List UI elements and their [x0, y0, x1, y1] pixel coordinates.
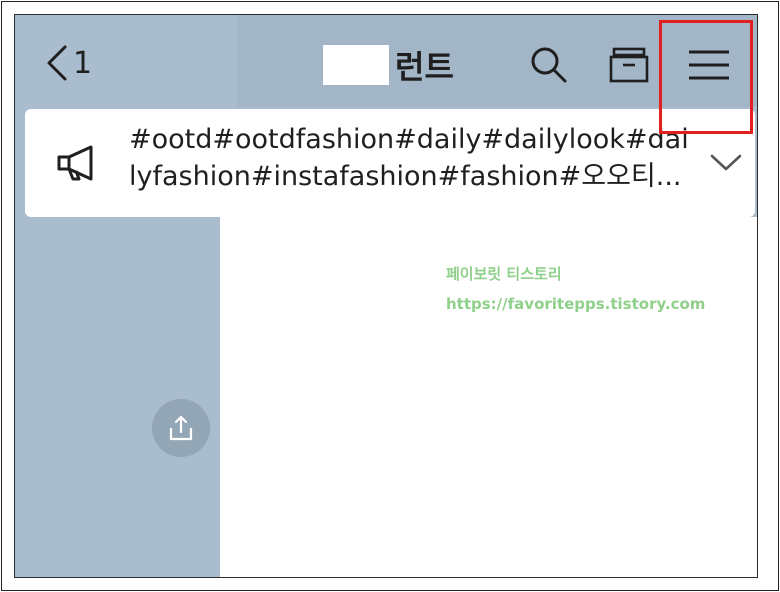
- chatroom-header: 1 런트: [15, 15, 757, 107]
- chevron-down-icon[interactable]: [709, 147, 743, 177]
- notice-banner[interactable]: #ootd#ootdfashion#daily#dailylook#dailyf…: [25, 109, 755, 217]
- share-button[interactable]: [152, 399, 210, 457]
- notice-text: #ootd#ootdfashion#daily#dailylook#dailyf…: [129, 124, 689, 192]
- hamburger-menu-icon: [689, 50, 729, 80]
- watermark-url: https://favoritepps.tistory.com: [446, 295, 706, 313]
- header-tint: [237, 15, 757, 107]
- search-button[interactable]: [527, 43, 571, 87]
- chatroom-screen: 1 런트 #ootd#ootdfashion#daily#dailylook#d…: [14, 14, 758, 578]
- title-redaction: [323, 45, 389, 85]
- menu-button[interactable]: [687, 43, 731, 87]
- drawer-icon: [609, 47, 649, 83]
- drawer-button[interactable]: [607, 43, 651, 87]
- chatroom-title: 런트: [323, 45, 454, 86]
- unread-count: 1: [73, 45, 93, 81]
- chevron-left-icon: [47, 45, 67, 81]
- back-button[interactable]: 1: [45, 43, 92, 83]
- title-text: 런트: [395, 48, 454, 86]
- watermark-title: 페이보릿 티스토리: [446, 265, 562, 283]
- share-icon: [169, 415, 193, 441]
- megaphone-icon: [57, 145, 93, 181]
- search-icon: [531, 47, 567, 83]
- watermark: 페이보릿 티스토리 https://favoritepps.tistory.co…: [446, 259, 705, 319]
